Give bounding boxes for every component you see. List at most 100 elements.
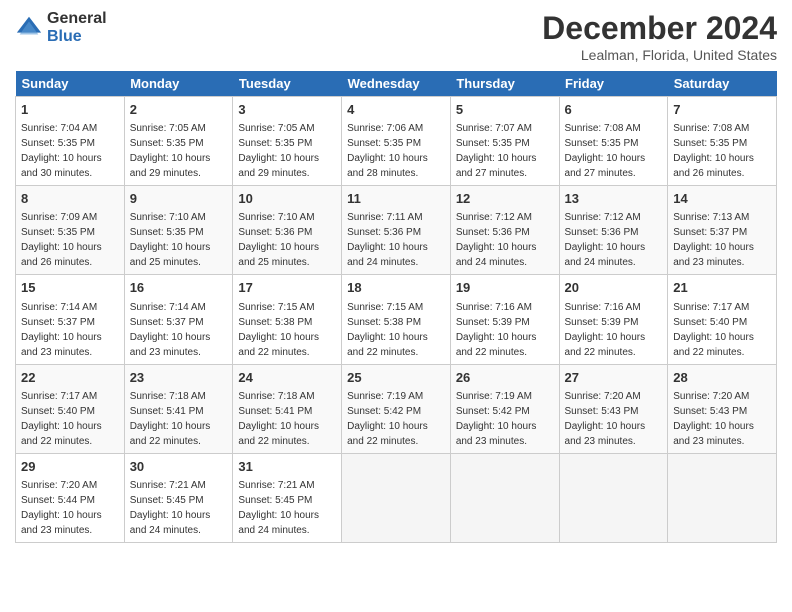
day-number: 3 (238, 101, 336, 119)
day-number: 9 (130, 190, 228, 208)
day-info: Sunrise: 7:16 AM Sunset: 5:39 PM Dayligh… (565, 300, 663, 360)
calendar-cell: 29 Sunrise: 7:20 AM Sunset: 5:44 PM Dayli… (16, 453, 125, 542)
day-number: 29 (21, 458, 119, 476)
day-info: Sunrise: 7:10 AM Sunset: 5:36 PM Dayligh… (238, 210, 336, 270)
calendar-day-header: Monday (124, 71, 233, 97)
day-number: 24 (238, 369, 336, 387)
calendar-week-row: 22 Sunrise: 7:17 AM Sunset: 5:40 PM Dayli… (16, 364, 777, 453)
calendar-week-row: 15 Sunrise: 7:14 AM Sunset: 5:37 PM Dayli… (16, 275, 777, 364)
day-number: 26 (456, 369, 554, 387)
day-number: 10 (238, 190, 336, 208)
day-info: Sunrise: 7:14 AM Sunset: 5:37 PM Dayligh… (21, 300, 119, 360)
day-info: Sunrise: 7:19 AM Sunset: 5:42 PM Dayligh… (347, 389, 445, 449)
calendar-cell: 10 Sunrise: 7:10 AM Sunset: 5:36 PM Dayli… (233, 186, 342, 275)
day-number: 31 (238, 458, 336, 476)
calendar-week-row: 29 Sunrise: 7:20 AM Sunset: 5:44 PM Dayli… (16, 453, 777, 542)
calendar-day-header: Tuesday (233, 71, 342, 97)
day-number: 4 (347, 101, 445, 119)
calendar-week-row: 1 Sunrise: 7:04 AM Sunset: 5:35 PM Daylig… (16, 97, 777, 186)
calendar-cell: 30Sunrise: 7:21 AM Sunset: 5:45 PM Dayli… (124, 453, 233, 542)
day-number: 13 (565, 190, 663, 208)
day-info: Sunrise: 7:10 AM Sunset: 5:35 PM Dayligh… (130, 210, 228, 270)
logo: General Blue (15, 10, 107, 45)
calendar-cell: 16Sunrise: 7:14 AM Sunset: 5:37 PM Dayli… (124, 275, 233, 364)
day-info: Sunrise: 7:17 AM Sunset: 5:40 PM Dayligh… (21, 389, 119, 449)
day-number: 23 (130, 369, 228, 387)
calendar-cell: 24 Sunrise: 7:18 AM Sunset: 5:41 PM Dayli… (233, 364, 342, 453)
day-number: 7 (673, 101, 771, 119)
day-info: Sunrise: 7:08 AM Sunset: 5:35 PM Dayligh… (673, 121, 771, 181)
day-info: Sunrise: 7:16 AM Sunset: 5:39 PM Dayligh… (456, 300, 554, 360)
day-number: 11 (347, 190, 445, 208)
day-number: 20 (565, 279, 663, 297)
calendar-cell: 11 Sunrise: 7:11 AM Sunset: 5:36 PM Dayli… (342, 186, 451, 275)
day-info: Sunrise: 7:05 AM Sunset: 5:35 PM Dayligh… (130, 121, 228, 181)
day-info: Sunrise: 7:12 AM Sunset: 5:36 PM Dayligh… (565, 210, 663, 270)
day-info: Sunrise: 7:06 AM Sunset: 5:35 PM Dayligh… (347, 121, 445, 181)
day-info: Sunrise: 7:17 AM Sunset: 5:40 PM Dayligh… (673, 300, 771, 360)
day-number: 5 (456, 101, 554, 119)
calendar-table: SundayMondayTuesdayWednesdayThursdayFrid… (15, 71, 777, 543)
day-number: 28 (673, 369, 771, 387)
day-number: 1 (21, 101, 119, 119)
calendar-cell: 5 Sunrise: 7:07 AM Sunset: 5:35 PM Daylig… (450, 97, 559, 186)
calendar-cell: 19 Sunrise: 7:16 AM Sunset: 5:39 PM Dayli… (450, 275, 559, 364)
day-number: 8 (21, 190, 119, 208)
calendar-cell: 23 Sunrise: 7:18 AM Sunset: 5:41 PM Dayli… (124, 364, 233, 453)
calendar-cell (450, 453, 559, 542)
logo-general-text: General (47, 10, 107, 28)
calendar-cell: 13 Sunrise: 7:12 AM Sunset: 5:36 PM Dayli… (559, 186, 668, 275)
day-info: Sunrise: 7:20 AM Sunset: 5:43 PM Dayligh… (565, 389, 663, 449)
calendar-cell: 18 Sunrise: 7:15 AM Sunset: 5:38 PM Dayli… (342, 275, 451, 364)
day-info: Sunrise: 7:12 AM Sunset: 5:36 PM Dayligh… (456, 210, 554, 270)
day-info: Sunrise: 7:13 AM Sunset: 5:37 PM Dayligh… (673, 210, 771, 270)
logo-text: General Blue (47, 10, 107, 45)
day-number: 27 (565, 369, 663, 387)
day-info: Sunrise: 7:15 AM Sunset: 5:38 PM Dayligh… (347, 300, 445, 360)
calendar-cell (668, 453, 777, 542)
calendar-cell: 31 Sunrise: 7:21 AM Sunset: 5:45 PM Dayli… (233, 453, 342, 542)
calendar-cell: 12Sunrise: 7:12 AM Sunset: 5:36 PM Dayli… (450, 186, 559, 275)
logo-icon (15, 14, 43, 42)
day-info: Sunrise: 7:20 AM Sunset: 5:43 PM Dayligh… (673, 389, 771, 449)
day-info: Sunrise: 7:18 AM Sunset: 5:41 PM Dayligh… (130, 389, 228, 449)
day-number: 18 (347, 279, 445, 297)
day-info: Sunrise: 7:18 AM Sunset: 5:41 PM Dayligh… (238, 389, 336, 449)
day-number: 15 (21, 279, 119, 297)
calendar-cell: 25Sunrise: 7:19 AM Sunset: 5:42 PM Dayli… (342, 364, 451, 453)
calendar-cell: 26Sunrise: 7:19 AM Sunset: 5:42 PM Dayli… (450, 364, 559, 453)
day-number: 2 (130, 101, 228, 119)
calendar-day-header: Sunday (16, 71, 125, 97)
day-info: Sunrise: 7:09 AM Sunset: 5:35 PM Dayligh… (21, 210, 119, 270)
day-info: Sunrise: 7:20 AM Sunset: 5:44 PM Dayligh… (21, 478, 119, 538)
calendar-day-header: Thursday (450, 71, 559, 97)
calendar-day-header: Wednesday (342, 71, 451, 97)
calendar-cell: 15 Sunrise: 7:14 AM Sunset: 5:37 PM Dayli… (16, 275, 125, 364)
calendar-cell (342, 453, 451, 542)
calendar-cell: 14Sunrise: 7:13 AM Sunset: 5:37 PM Dayli… (668, 186, 777, 275)
day-number: 22 (21, 369, 119, 387)
day-info: Sunrise: 7:07 AM Sunset: 5:35 PM Dayligh… (456, 121, 554, 181)
page-container: General Blue December 2024 Lealman, Flor… (0, 0, 792, 548)
calendar-cell: 20 Sunrise: 7:16 AM Sunset: 5:39 PM Dayli… (559, 275, 668, 364)
calendar-day-header: Friday (559, 71, 668, 97)
calendar-cell: 2 Sunrise: 7:05 AM Sunset: 5:35 PM Daylig… (124, 97, 233, 186)
calendar-cell (559, 453, 668, 542)
day-number: 6 (565, 101, 663, 119)
logo-blue-text: Blue (47, 28, 107, 46)
header: General Blue December 2024 Lealman, Flor… (15, 10, 777, 63)
day-info: Sunrise: 7:04 AM Sunset: 5:35 PM Dayligh… (21, 121, 119, 181)
calendar-cell: 22 Sunrise: 7:17 AM Sunset: 5:40 PM Dayli… (16, 364, 125, 453)
calendar-cell: 27 Sunrise: 7:20 AM Sunset: 5:43 PM Dayli… (559, 364, 668, 453)
day-info: Sunrise: 7:15 AM Sunset: 5:38 PM Dayligh… (238, 300, 336, 360)
calendar-cell: 6 Sunrise: 7:08 AM Sunset: 5:35 PM Daylig… (559, 97, 668, 186)
day-info: Sunrise: 7:08 AM Sunset: 5:35 PM Dayligh… (565, 121, 663, 181)
calendar-cell: 9 Sunrise: 7:10 AM Sunset: 5:35 PM Daylig… (124, 186, 233, 275)
calendar-cell: 17Sunrise: 7:15 AM Sunset: 5:38 PM Dayli… (233, 275, 342, 364)
day-info: Sunrise: 7:11 AM Sunset: 5:36 PM Dayligh… (347, 210, 445, 270)
location-text: Lealman, Florida, United States (542, 47, 777, 63)
day-info: Sunrise: 7:21 AM Sunset: 5:45 PM Dayligh… (238, 478, 336, 538)
day-number: 19 (456, 279, 554, 297)
day-info: Sunrise: 7:14 AM Sunset: 5:37 PM Dayligh… (130, 300, 228, 360)
title-area: December 2024 Lealman, Florida, United S… (542, 10, 777, 63)
